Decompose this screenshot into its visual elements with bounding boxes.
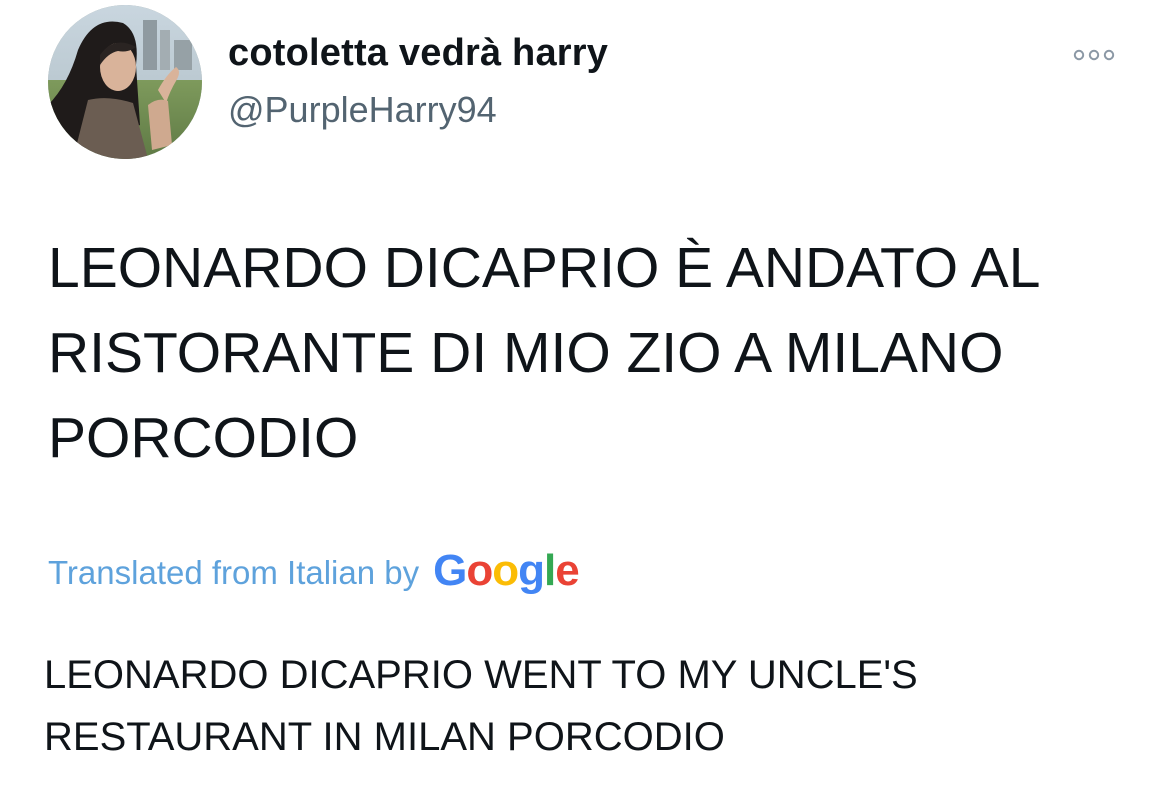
google-logo[interactable]: Google xyxy=(433,546,580,596)
tweet-text-line: RISTORANTE DI MIO ZIO A MILANO xyxy=(48,321,1004,385)
google-logo-letter: g xyxy=(518,546,545,595)
author-display-name[interactable]: cotoletta vedrà harry xyxy=(228,32,608,75)
tweet-text-line: LEONARDO DICAPRIO È ANDATO AL xyxy=(48,236,1041,300)
tweet-text: LEONARDO DICAPRIO È ANDATO AL RISTORANTE… xyxy=(48,226,1138,481)
more-options-icon xyxy=(1073,49,1115,61)
translation-label[interactable]: Translated from Italian by xyxy=(48,554,419,592)
translation-attribution[interactable]: Translated from Italian by Google xyxy=(48,546,580,598)
google-logo-letter: o xyxy=(466,546,493,595)
translated-text-line: LEONARDO DICAPRIO WENT TO MY UNCLE'S xyxy=(44,653,918,697)
google-logo-letter: e xyxy=(555,546,580,595)
google-logo-letter: o xyxy=(492,546,519,595)
translated-text: LEONARDO DICAPRIO WENT TO MY UNCLE'S RES… xyxy=(44,644,1144,768)
more-options-button[interactable] xyxy=(1070,40,1118,70)
google-logo-letter: G xyxy=(433,546,467,595)
profile-photo-icon xyxy=(48,5,202,159)
avatar[interactable] xyxy=(48,5,202,159)
author-handle[interactable]: @PurpleHarry94 xyxy=(228,89,497,131)
translated-text-line: RESTAURANT IN MILAN PORCODIO xyxy=(44,715,725,759)
tweet-text-line: PORCODIO xyxy=(48,406,359,470)
google-logo-letter: l xyxy=(544,546,556,595)
tweet-card: cotoletta vedrà harry @PurpleHarry94 LEO… xyxy=(0,0,1170,812)
